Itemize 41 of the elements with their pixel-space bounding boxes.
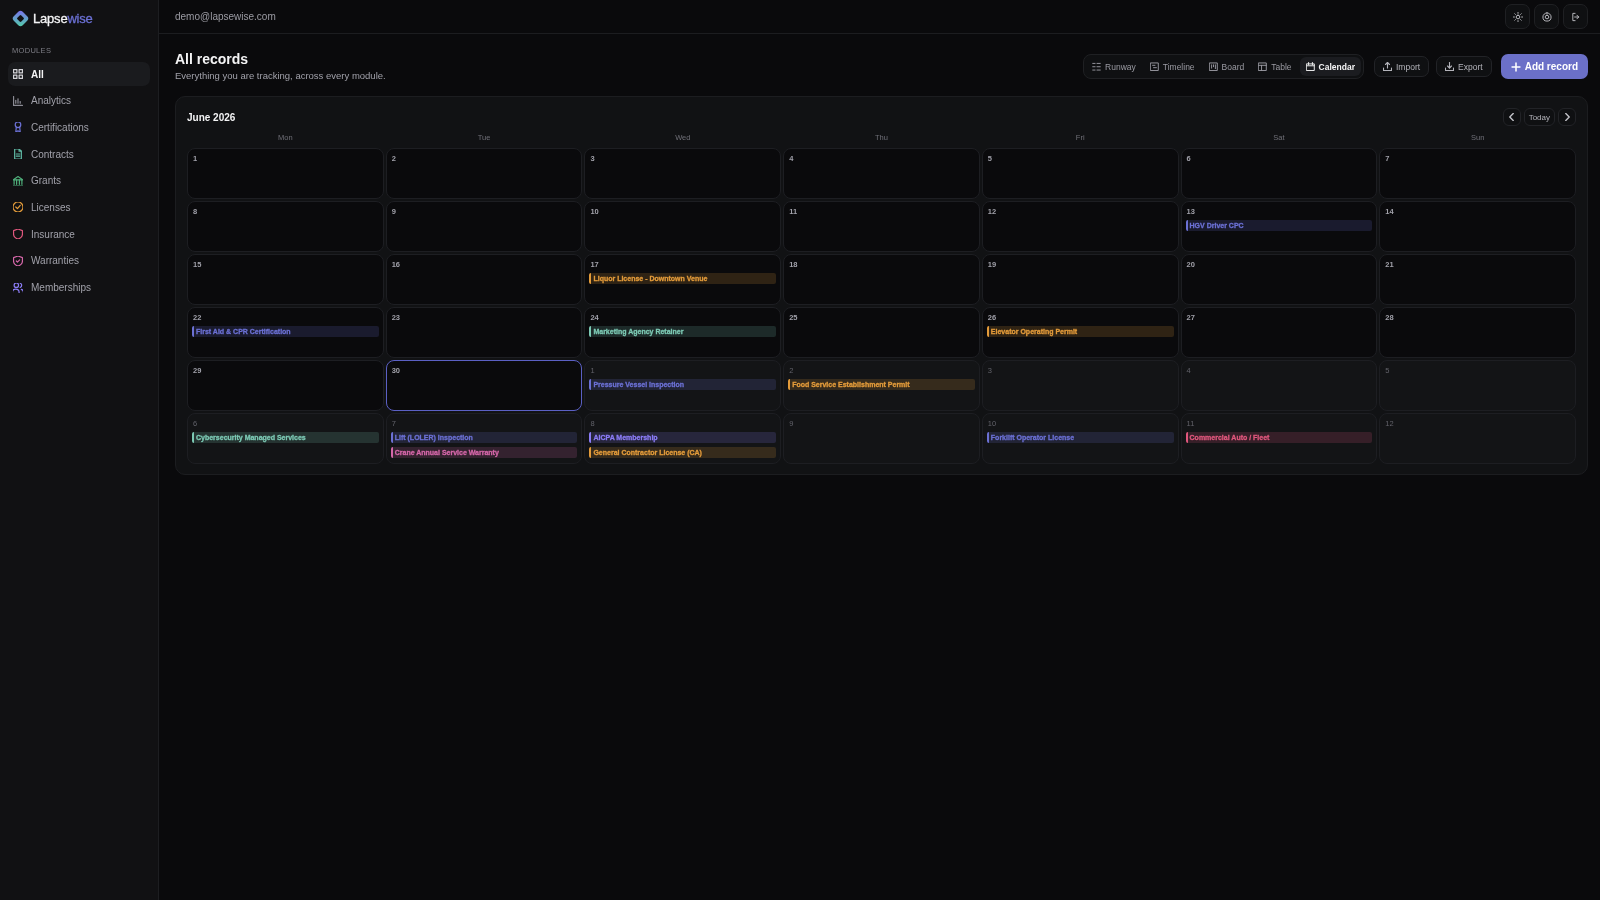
- sidebar-item[interactable]: Memberships: [8, 275, 150, 300]
- sun-icon: [1512, 11, 1523, 22]
- upload-icon: [1383, 62, 1392, 71]
- chevron-left-icon: [1509, 113, 1515, 121]
- user-email: demo@lapsewise.com: [175, 11, 276, 22]
- action-button[interactable]: Export: [1436, 56, 1492, 77]
- view-tab[interactable]: Board: [1202, 57, 1251, 76]
- sidebar-item[interactable]: Warranties: [8, 248, 150, 273]
- sidebar-item[interactable]: Grants: [8, 168, 150, 193]
- page-title: All records: [175, 50, 250, 68]
- calendar-icon: [1305, 62, 1315, 71]
- target-icon: [1541, 11, 1552, 22]
- add-record-button[interactable]: Add record: [1500, 54, 1588, 79]
- previous-month-button[interactable]: [1502, 108, 1521, 126]
- board-icon: [1208, 62, 1218, 71]
- view-tab[interactable]: Timeline: [1143, 57, 1201, 76]
- sidebar-item[interactable]: All: [8, 62, 150, 86]
- view-tab[interactable]: Table: [1252, 57, 1298, 76]
- plus-icon: [1510, 61, 1521, 72]
- sidebar-item[interactable]: Insurance: [8, 222, 150, 247]
- timeline-icon: [1149, 62, 1159, 71]
- chevron-right-icon: [1564, 113, 1570, 121]
- logout-icon: [1570, 11, 1581, 22]
- sidebar-item[interactable]: Licenses: [8, 195, 150, 220]
- logout-button[interactable]: [1563, 4, 1588, 29]
- today-button[interactable]: Today: [1523, 108, 1555, 126]
- view-tab[interactable]: Runway: [1086, 57, 1142, 76]
- next-month-button[interactable]: [1558, 108, 1576, 126]
- account-button[interactable]: [1534, 4, 1559, 29]
- action-button[interactable]: Import: [1374, 56, 1430, 77]
- sidebar-item[interactable]: Certifications: [8, 115, 150, 140]
- table-icon: [1258, 62, 1268, 71]
- list-icon: [1092, 62, 1102, 71]
- download-icon: [1445, 62, 1455, 71]
- page-subtitle: Everything you are tracking, across every module.: [175, 69, 386, 82]
- theme-toggle-button[interactable]: [1505, 4, 1530, 29]
- month-title: June 2026: [187, 111, 236, 123]
- sidebar-item[interactable]: Analytics: [8, 88, 150, 113]
- sidebar-item[interactable]: Contracts: [8, 142, 150, 167]
- brand-name: Lapsewise: [33, 10, 93, 26]
- view-tab[interactable]: Calendar: [1299, 57, 1361, 76]
